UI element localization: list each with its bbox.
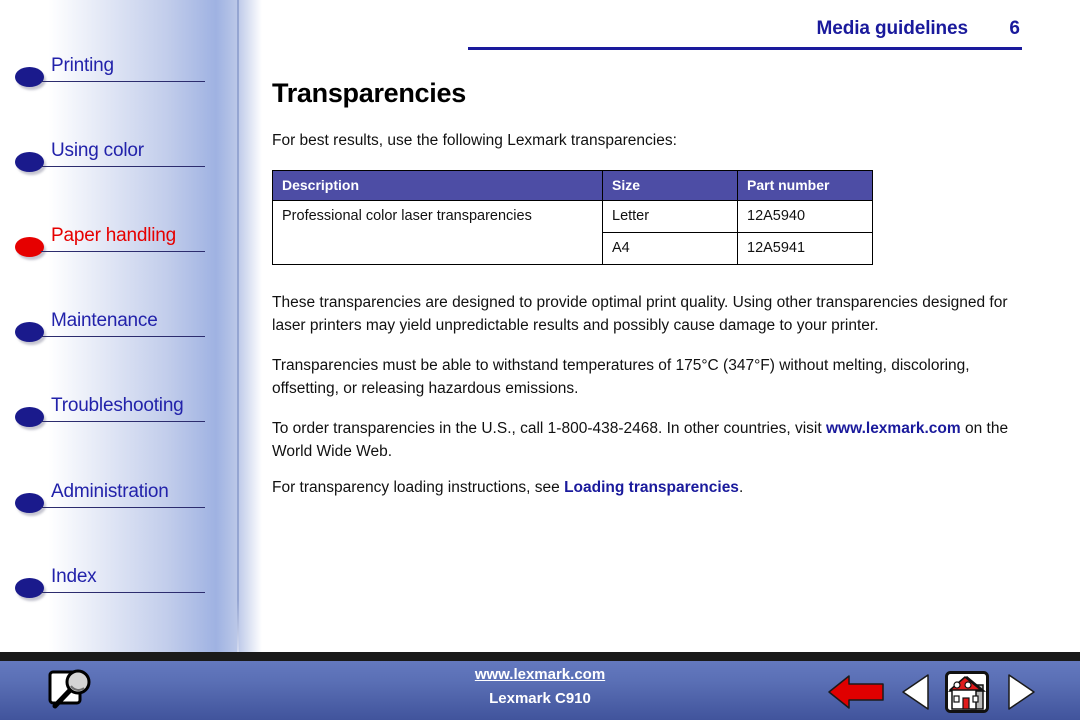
bullet-icon bbox=[15, 67, 44, 87]
header-section-title: Media guidelines bbox=[816, 18, 969, 39]
main-content: Transparencies For best results, use the… bbox=[272, 78, 1032, 516]
bullet-icon bbox=[15, 152, 44, 172]
table-row: Professional color laser transparencies … bbox=[272, 200, 873, 265]
cell-part-number: 12A5941 bbox=[737, 232, 873, 265]
cell-size: A4 bbox=[602, 232, 738, 265]
transparencies-table: Description Size Part number Professiona… bbox=[272, 170, 873, 265]
sidebar-item-printing[interactable]: Printing bbox=[0, 55, 237, 95]
header-page-number: 6 bbox=[1009, 18, 1020, 39]
next-page-button[interactable] bbox=[1005, 673, 1037, 711]
paragraph-temperature: Transparencies must be able to withstand… bbox=[272, 357, 970, 397]
cell-size: Letter bbox=[602, 200, 738, 233]
loading-text-pre: For transparency loading instructions, s… bbox=[272, 479, 565, 496]
sidebar-item-rule bbox=[41, 592, 205, 593]
sidebar-item-administration[interactable]: Administration bbox=[0, 481, 237, 521]
sidebar-item-index[interactable]: Index bbox=[0, 566, 237, 606]
sidebar-item-label: Administration bbox=[51, 481, 169, 502]
footer-top-bar bbox=[0, 652, 1080, 661]
bullet-icon bbox=[15, 322, 44, 342]
paragraph-ordering: To order transparencies in the U.S., cal… bbox=[272, 417, 1024, 463]
sidebar-item-label: Paper handling bbox=[51, 225, 177, 246]
sidebar-item-using-color[interactable]: Using color bbox=[0, 140, 237, 180]
sidebar-item-rule bbox=[41, 81, 205, 82]
previous-page-button[interactable] bbox=[900, 673, 932, 711]
bullet-icon bbox=[15, 493, 44, 513]
intro-paragraph: For best results, use the following Lexm… bbox=[272, 132, 677, 149]
house-icon bbox=[945, 671, 989, 713]
bullet-icon bbox=[15, 407, 44, 427]
sidebar-item-rule bbox=[41, 336, 205, 337]
back-button[interactable] bbox=[827, 673, 885, 711]
sidebar-divider bbox=[237, 0, 239, 652]
page-title: Transparencies bbox=[272, 78, 466, 108]
sidebar-item-maintenance[interactable]: Maintenance bbox=[0, 310, 237, 350]
loading-text-post: . bbox=[738, 479, 744, 496]
sidebar-item-rule bbox=[41, 166, 205, 167]
sidebar-item-rule bbox=[41, 251, 205, 252]
sidebar-item-label: Printing bbox=[51, 55, 114, 76]
sidebar-item-troubleshooting[interactable]: Troubleshooting bbox=[0, 395, 237, 435]
lexmark-website-link[interactable]: www.lexmark.com bbox=[826, 420, 961, 437]
sidebar-item-rule bbox=[41, 507, 205, 508]
sidebar-item-rule bbox=[41, 421, 205, 422]
cell-description: Professional color laser transparencies bbox=[272, 200, 603, 265]
ordering-text-pre: To order transparencies in the U.S., cal… bbox=[272, 420, 826, 437]
header-rule bbox=[468, 47, 1022, 50]
next-page-triangle-icon bbox=[1008, 674, 1035, 710]
home-button[interactable] bbox=[945, 671, 989, 713]
sidebar-navigation: Printing Using color Paper handling Main… bbox=[0, 0, 270, 652]
column-header-description: Description bbox=[272, 170, 603, 201]
loading-transparencies-link[interactable]: Loading transparencies bbox=[564, 479, 739, 496]
sidebar-item-label: Index bbox=[51, 566, 97, 587]
paragraph-quality: These transparencies are designed to pro… bbox=[272, 294, 1008, 334]
page-header: Media guidelines 6 bbox=[468, 18, 1022, 50]
sidebar-item-label: Using color bbox=[51, 140, 144, 161]
bullet-icon bbox=[15, 237, 44, 257]
column-header-part-number: Part number bbox=[737, 170, 873, 201]
footer-website-link[interactable]: www.lexmark.com bbox=[475, 666, 605, 683]
cell-part-number: 12A5940 bbox=[737, 200, 873, 233]
table-header-row: Description Size Part number bbox=[272, 170, 873, 201]
column-header-size: Size bbox=[602, 170, 738, 201]
bullet-icon bbox=[15, 578, 44, 598]
previous-page-triangle-icon bbox=[902, 674, 929, 710]
paragraph-loading: For transparency loading instructions, s… bbox=[272, 476, 1024, 499]
red-back-arrow-icon bbox=[828, 675, 884, 709]
sidebar-item-label: Troubleshooting bbox=[51, 395, 184, 416]
sidebar-item-paper-handling[interactable]: Paper handling bbox=[0, 225, 237, 265]
sidebar-item-label: Maintenance bbox=[51, 310, 158, 331]
